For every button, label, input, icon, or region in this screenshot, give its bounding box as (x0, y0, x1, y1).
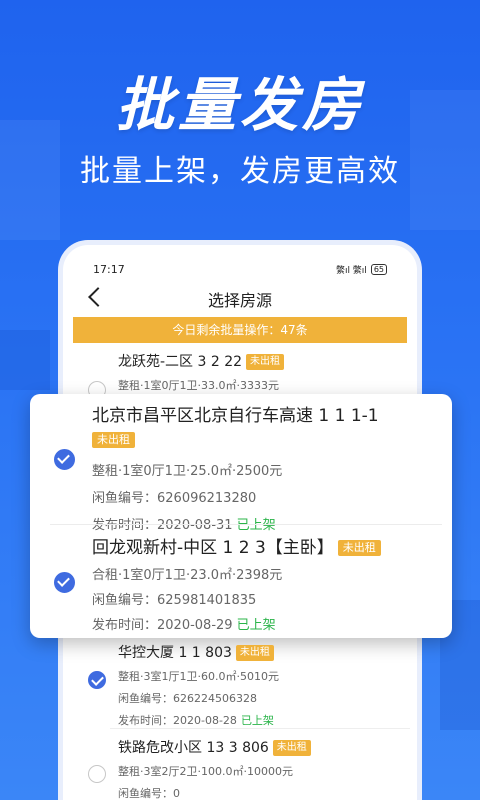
listing-detail: 合租·1室0厅1卫·23.0㎡·2398元 (92, 568, 283, 583)
quota-banner: 今日剩余批量操作：47条 (73, 317, 407, 343)
listing-title: 铁路危改小区 13 3 806 (118, 740, 269, 756)
back-arrow-icon[interactable] (88, 287, 108, 307)
select-radio[interactable] (88, 765, 106, 783)
listing-detail: 整租·1室0厅1卫·33.0㎡·3333元 (118, 379, 279, 392)
listed-status: 已上架 (236, 618, 276, 633)
status-badge: 未出租 (272, 739, 311, 756)
listing-detail: 整租·1室0厅1卫·25.0㎡·2500元 (92, 464, 283, 479)
status-indicators: 䌘ıl 䌘ıl 65 (336, 263, 387, 276)
listing-detail: 整租·3室2厅2卫·100.0㎡·10000元 (118, 765, 293, 778)
listed-status: 已上架 (240, 714, 274, 727)
select-checkbox-checked[interactable] (54, 572, 75, 593)
xianyu-number: 闲鱼编号：626096213280 (92, 491, 257, 506)
select-checkbox-checked[interactable] (88, 671, 106, 689)
status-badge: 未出租 (246, 353, 285, 370)
publish-time: 发布时间：2020-08-28 (118, 714, 237, 727)
page-title: 选择房源 (207, 291, 272, 310)
listing-title: 华控大厦 1 1 803 (118, 645, 232, 661)
nav-bar: 选择房源 (73, 285, 407, 313)
background-decoration (0, 330, 50, 390)
listing-item[interactable]: 北京市昌平区北京自行车高速 1 1 1-1 未出租 整租·1室0厅1卫·25.0㎡… (92, 404, 432, 533)
xianyu-number: 闲鱼编号：0 (118, 787, 180, 800)
promo-subline: 批量上架，发房更高效 (80, 154, 400, 189)
selected-listings-card: 北京市昌平区北京自行车高速 1 1 1-1 未出租 整租·1室0厅1卫·25.0㎡… (30, 394, 452, 638)
status-badge: 未出租 (235, 644, 274, 661)
listing-item[interactable]: 铁路危改小区 13 3 806 未出租 整租·3室2厅2卫·100.0㎡·1000… (118, 737, 418, 800)
listing-title: 龙跃苑-二区 3 2 22 (118, 354, 243, 370)
status-badge: 未出租 (337, 540, 381, 556)
listed-status: 已上架 (236, 518, 276, 533)
listing-item[interactable]: 龙跃苑-二区 3 2 22 未出租 整租·1室0厅1卫·33.0㎡·3333元 (118, 351, 408, 393)
listing-detail: 整租·3室1厅1卫·60.0㎡·5010元 (118, 670, 279, 683)
listing-title: 北京市昌平区北京自行车高速 1 1 1-1 (92, 406, 379, 426)
xianyu-number: 闲鱼编号：626224506328 (118, 692, 257, 705)
listing-item[interactable]: 华控大厦 1 1 803 未出租 整租·3室1厅1卫·60.0㎡·5010元 闲鱼… (118, 642, 418, 728)
battery-icon: 65 (370, 263, 387, 275)
divider (50, 524, 442, 525)
xianyu-number: 闲鱼编号：625981401835 (92, 593, 257, 608)
promo-headline: 批量发房 (115, 71, 364, 139)
status-badge: 未出租 (92, 432, 135, 448)
listing-title: 回龙观新村-中区 1 2 3【主卧】 (92, 538, 334, 558)
select-checkbox-checked[interactable] (54, 449, 75, 470)
publish-time: 发布时间：2020-08-31 (92, 518, 233, 533)
listing-item[interactable]: 回龙观新村-中区 1 2 3【主卧】 未出租 合租·1室0厅1卫·23.0㎡·23… (92, 536, 442, 633)
status-bar: 17:17 䌘ıl 䌘ıl 65 (93, 261, 387, 277)
divider (110, 728, 410, 729)
signal-icon: 䌘ıl 䌘ıl (335, 265, 367, 276)
publish-time: 发布时间：2020-08-29 (92, 618, 233, 633)
status-time: 17:17 (93, 262, 125, 276)
